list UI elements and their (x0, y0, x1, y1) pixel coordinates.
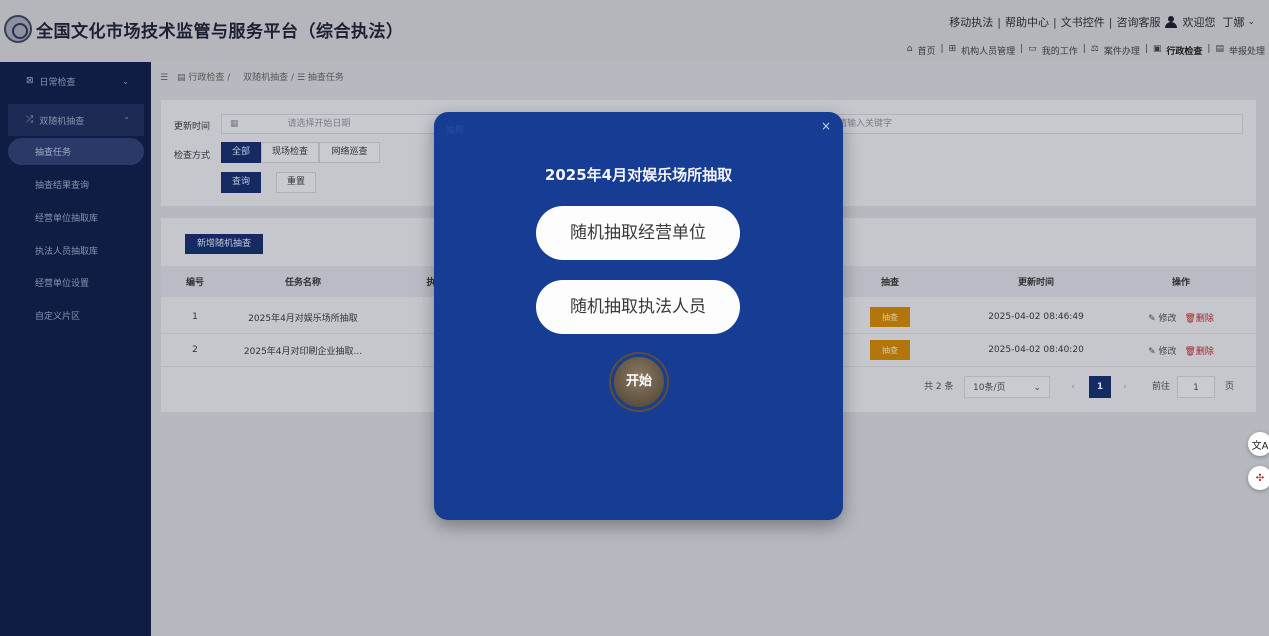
dialog-title: 2025年4月对娱乐场所抽取 (544, 166, 733, 184)
close-icon[interactable]: × (821, 119, 831, 133)
draw-dialog: 抽取 × 2025年4月对娱乐场所抽取 随机抽取经营单位 随机抽取执法人员 开始 (434, 112, 843, 520)
draw-officers-button[interactable]: 随机抽取执法人员 (536, 280, 740, 334)
dialog-hint-text: 抽取 (446, 126, 465, 136)
draw-units-button[interactable]: 随机抽取经营单位 (536, 206, 740, 260)
app-root: 全国文化市场技术监管与服务平台（综合执法） 移动执法 | 帮助中心 | 文书控件… (0, 0, 1269, 636)
start-button[interactable]: 开始 (611, 354, 667, 410)
